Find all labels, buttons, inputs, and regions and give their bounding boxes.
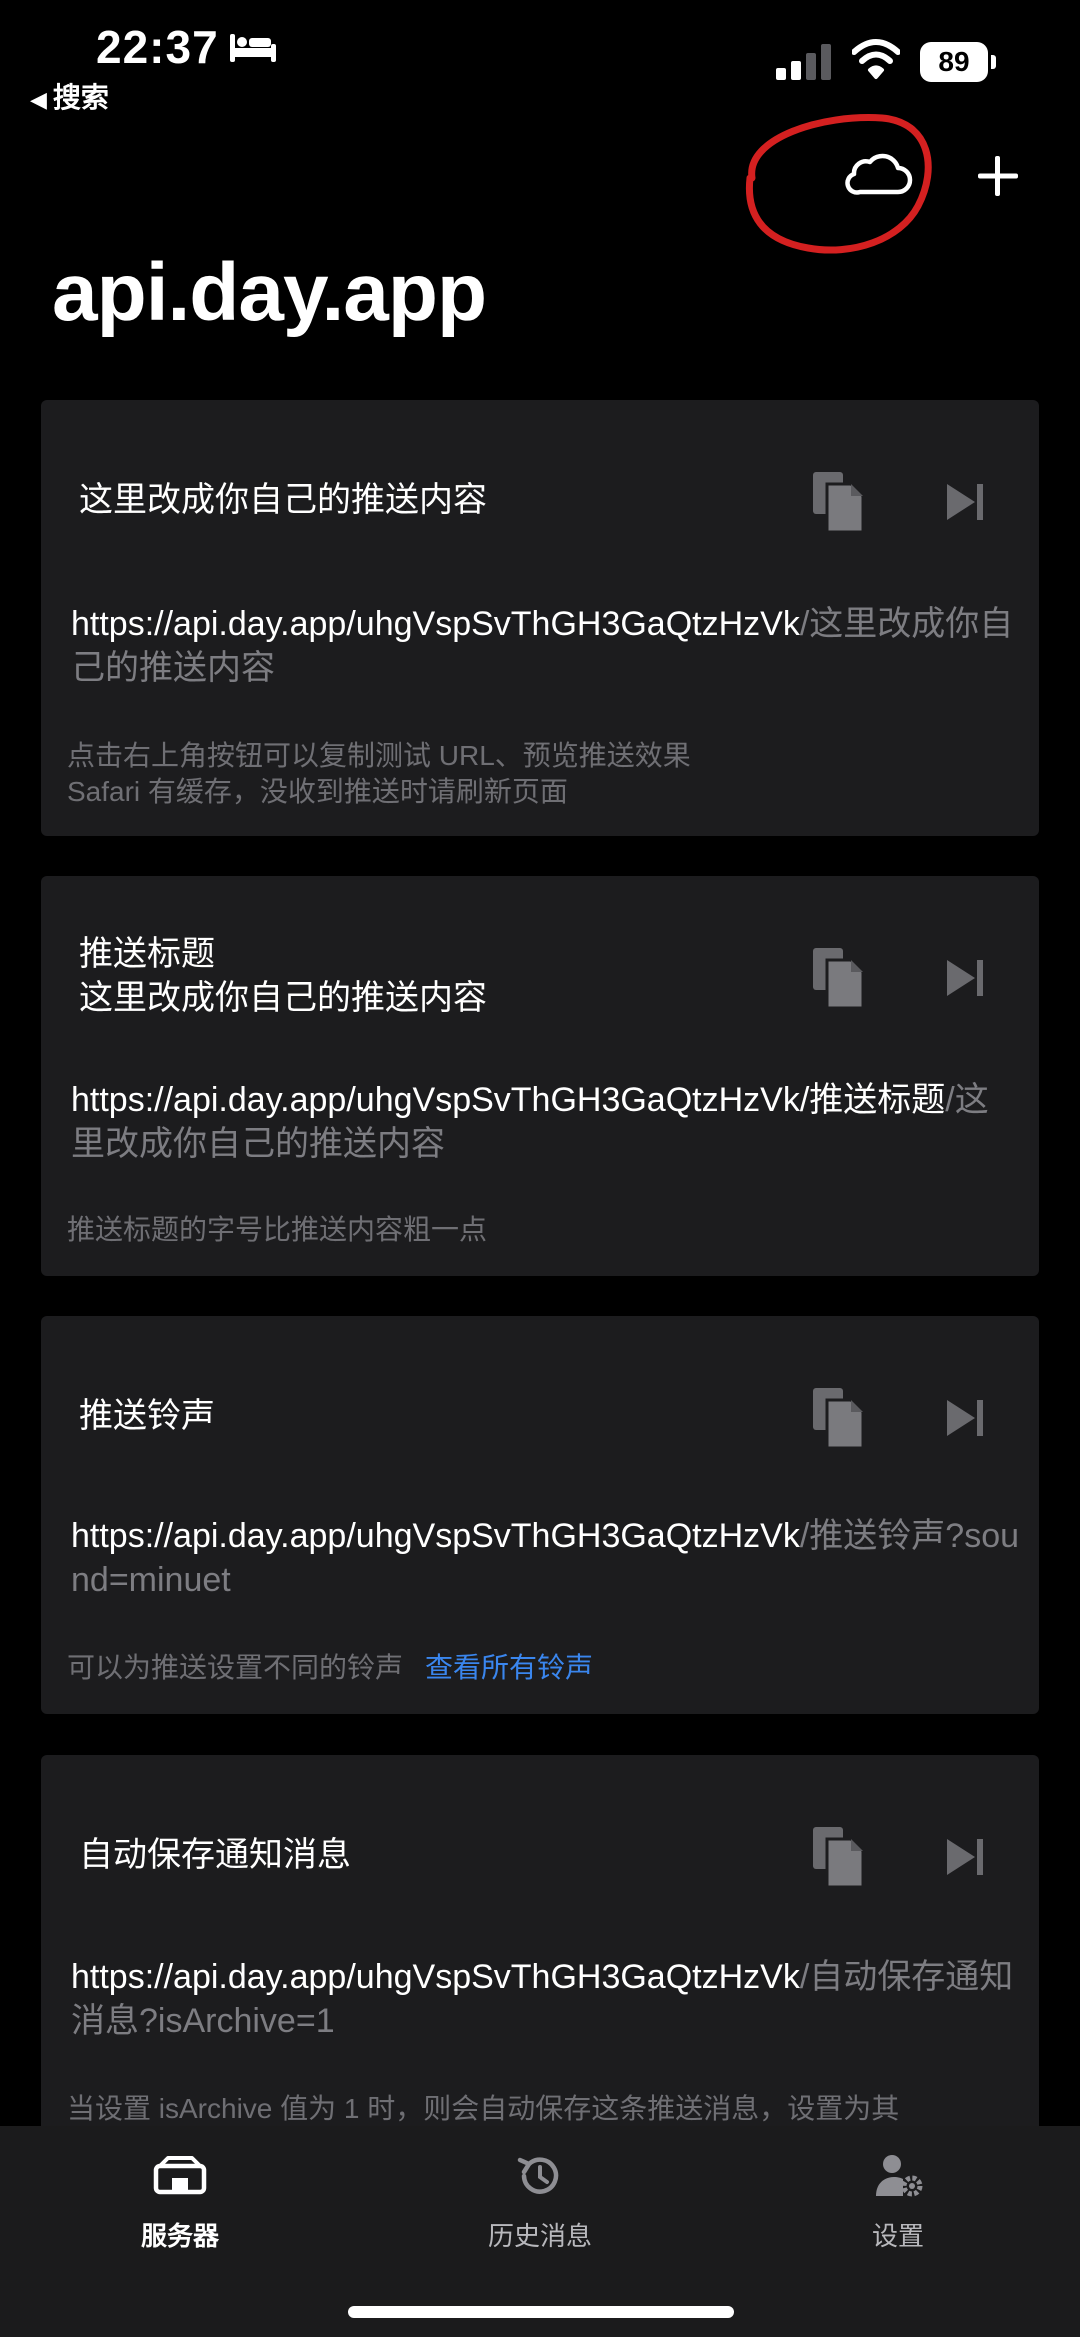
copy-icon[interactable]	[811, 470, 867, 534]
battery-level: 89	[920, 42, 988, 82]
card-url-main: https://api.day.app/uhgVspSvThGH3GaQtzHz…	[71, 1081, 946, 1119]
example-card-sound: 推送铃声 https://api.day.app/uhgVspSvThGH3Ga…	[41, 1316, 1039, 1714]
copy-icon[interactable]	[811, 946, 867, 1010]
battery-indicator: 89	[920, 42, 998, 82]
server-icon	[153, 2156, 207, 2195]
back-arrow-icon: ◀	[30, 87, 47, 112]
tab-label: 服务器	[140, 2221, 219, 2251]
card-note: 可以为推送设置不同的铃声 查看所有铃声	[67, 1650, 1017, 1686]
tab-label: 历史消息	[487, 2221, 592, 2251]
card-note: 推送标题的字号比推送内容粗一点	[67, 1214, 488, 1245]
tab-settings[interactable]: 设置	[798, 2150, 998, 2253]
back-label: 搜索	[52, 82, 109, 113]
card-url[interactable]: https://api.day.app/uhgVspSvThGH3GaQtzHz…	[71, 1955, 1021, 2043]
page-title: api.day.app	[52, 247, 487, 338]
example-card-title: 推送标题 这里改成你自己的推送内容 https://api.day.app/uh…	[41, 876, 1039, 1276]
card-url-main: https://api.day.app/uhgVspSvThGH3GaQtzHz…	[71, 1517, 800, 1555]
card-title: 推送铃声	[79, 1397, 215, 1435]
copy-icon[interactable]	[811, 1825, 867, 1889]
back-to-search-button[interactable]: ◀ 搜索	[30, 76, 109, 116]
preview-next-icon[interactable]	[943, 1835, 987, 1879]
home-indicator[interactable]	[348, 2306, 734, 2318]
status-bar: 22:37 ◀ 搜索 89	[0, 0, 1080, 120]
view-all-sounds-link[interactable]: 查看所有铃声	[425, 1652, 593, 1683]
status-time: 22:37	[96, 21, 219, 73]
card-url[interactable]: https://api.day.app/uhgVspSvThGH3GaQtzHz…	[71, 1514, 1021, 1602]
preview-next-icon[interactable]	[943, 1396, 987, 1440]
red-annotation-circle	[745, 114, 932, 254]
copy-icon[interactable]	[811, 1386, 867, 1450]
card-url[interactable]: https://api.day.app/uhgVspSvThGH3GaQtzHz…	[71, 602, 1021, 690]
wifi-icon	[852, 39, 900, 79]
card-title: 推送标题 这里改成你自己的推送内容	[79, 935, 487, 1017]
battery-nub	[991, 55, 996, 69]
tab-label: 设置	[871, 2221, 924, 2251]
tab-server[interactable]: 服务器	[80, 2150, 280, 2253]
card-url-main: https://api.day.app/uhgVspSvThGH3GaQtzHz…	[71, 1958, 800, 1996]
history-icon	[517, 2157, 559, 2194]
settings-icon	[876, 2155, 923, 2197]
example-card-basic: 这里改成你自己的推送内容 https://api.day.app/uhgVspS…	[41, 400, 1039, 836]
card-note: 当设置 isArchive 值为 1 时，则会自动保存这条推送消息，设置为其	[67, 2093, 900, 2124]
card-title: 这里改成你自己的推送内容	[79, 481, 487, 519]
preview-next-icon[interactable]	[943, 956, 987, 1000]
card-url[interactable]: https://api.day.app/uhgVspSvThGH3GaQtzHz…	[71, 1078, 1021, 1166]
example-card-archive: 自动保存通知消息 https://api.day.app/uhgVspSvThG…	[41, 1755, 1039, 2155]
cellular-signal-icon	[776, 44, 831, 80]
card-url-main: https://api.day.app/uhgVspSvThGH3GaQtzHz…	[71, 605, 800, 643]
card-title: 自动保存通知消息	[79, 1836, 351, 1874]
sleep-bed-icon	[230, 34, 276, 62]
preview-next-icon[interactable]	[943, 480, 987, 524]
card-note-text: 可以为推送设置不同的铃声	[67, 1652, 404, 1683]
tab-history[interactable]: 历史消息	[440, 2150, 640, 2253]
card-note: 点击右上角按钮可以复制测试 URL、预览推送效果 Safari 有缓存，没收到推…	[67, 740, 691, 807]
plus-icon[interactable]	[972, 150, 1024, 202]
